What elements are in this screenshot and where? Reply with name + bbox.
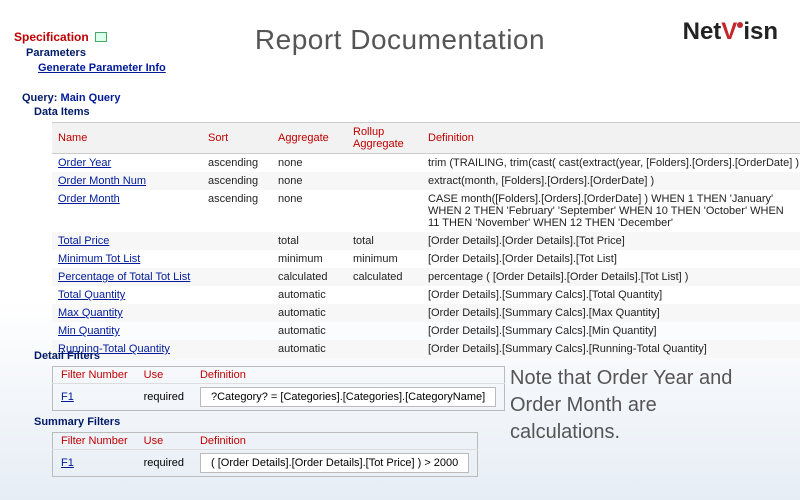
sf-num-link[interactable]: F1	[61, 457, 74, 469]
cell-sort	[202, 232, 272, 250]
table-row: Max Quantity automatic [Order Details].[Su…	[52, 304, 800, 322]
tree-specification[interactable]: Specification	[14, 30, 89, 44]
data-item-link[interactable]: Min Quantity	[58, 325, 120, 337]
detail-filters-section: Detail Filters Filter Number Use Definit…	[34, 350, 505, 411]
data-item-link[interactable]: Order Year	[58, 157, 111, 169]
annotation-note: Note that Order Year and Order Month are…	[510, 365, 770, 446]
cell-rollup: minimum	[347, 250, 422, 268]
cell-sort	[202, 268, 272, 286]
table-row: F1 required ?Category? = [Categories].[C…	[53, 384, 505, 411]
cell-definition: [Order Details].[Summary Calcs].[Total Q…	[422, 286, 800, 304]
cell-rollup	[347, 154, 422, 173]
col-definition[interactable]: Definition	[422, 123, 800, 154]
cell-rollup	[347, 304, 422, 322]
sf-col-use: Use	[136, 433, 192, 450]
data-item-link[interactable]: Minimum Tot List	[58, 253, 140, 265]
cell-rollup	[347, 286, 422, 304]
query-name: Main Query	[61, 92, 121, 104]
col-aggregate[interactable]: Aggregate	[272, 123, 347, 154]
data-items-label: Data Items	[34, 106, 90, 118]
sf-col-def: Definition	[192, 433, 478, 450]
document-icon[interactable]	[95, 32, 107, 42]
data-item-link[interactable]: Max Quantity	[58, 307, 123, 319]
detail-filters-label: Detail Filters	[34, 350, 505, 362]
df-num-link[interactable]: F1	[61, 391, 74, 403]
df-col-num: Filter Number	[53, 367, 136, 384]
table-row: Percentage of Total Tot List calculatedca…	[52, 268, 800, 286]
cell-sort	[202, 304, 272, 322]
cell-aggregate: calculated	[272, 268, 347, 286]
cell-sort: ascending	[202, 154, 272, 173]
logo: NetVisn	[683, 18, 778, 46]
cell-sort	[202, 322, 272, 340]
cell-definition: [Order Details].[Summary Calcs].[Max Qua…	[422, 304, 800, 322]
cell-definition: trim (TRAILING, trim(cast( cast(extract(…	[422, 154, 800, 173]
data-items-table: Name Sort Aggregate Rollup Aggregate Def…	[52, 122, 800, 358]
data-item-link[interactable]: Total Quantity	[58, 289, 125, 301]
summary-filters-table: Filter Number Use Definition F1 required…	[52, 432, 478, 477]
data-item-link[interactable]: Order Month	[58, 193, 120, 205]
sf-col-num: Filter Number	[53, 433, 136, 450]
logo-part-v: V	[721, 18, 737, 45]
table-row: Total Pricetotaltotal[Order Details].[Or…	[52, 232, 800, 250]
cell-aggregate: none	[272, 190, 347, 232]
table-row: Total Quantity automatic [Order Details].[…	[52, 286, 800, 304]
sf-use: required	[136, 450, 192, 477]
cell-aggregate: minimum	[272, 250, 347, 268]
query-line: Query: Main Query	[22, 92, 120, 104]
table-row: Minimum Tot Listminimumminimum[Order Det…	[52, 250, 800, 268]
cell-definition: percentage ( [Order Details].[Order Deta…	[422, 268, 800, 286]
summary-filters-section: Summary Filters Filter Number Use Defini…	[34, 416, 478, 477]
cell-rollup	[347, 172, 422, 190]
cell-rollup	[347, 322, 422, 340]
cell-rollup: calculated	[347, 268, 422, 286]
tree-parameters[interactable]: Parameters	[26, 47, 166, 59]
table-row: Order Month ascendingnone CASE month([Fold…	[52, 190, 800, 232]
tree-generate-parameter-info[interactable]: Generate Parameter Info	[38, 62, 166, 74]
cell-definition: [Order Details].[Summary Calcs].[Min Qua…	[422, 322, 800, 340]
data-item-link[interactable]: Order Month Num	[58, 175, 146, 187]
cell-aggregate: automatic	[272, 322, 347, 340]
cell-definition: [Order Details].[Order Details].[Tot Pri…	[422, 232, 800, 250]
df-col-use: Use	[136, 367, 192, 384]
data-item-link[interactable]: Percentage of Total Tot List	[58, 271, 190, 283]
table-row: F1 required ( [Order Details].[Order Det…	[53, 450, 478, 477]
cell-definition: extract(month, [Folders].[Orders].[Order…	[422, 172, 800, 190]
cell-sort	[202, 286, 272, 304]
cell-definition: [Order Details].[Order Details].[Tot Lis…	[422, 250, 800, 268]
col-name[interactable]: Name	[52, 123, 202, 154]
df-use: required	[136, 384, 192, 411]
summary-filters-label: Summary Filters	[34, 416, 478, 428]
table-row: Min Quantity automatic [Order Details].[Su…	[52, 322, 800, 340]
cell-rollup: total	[347, 232, 422, 250]
cell-rollup	[347, 190, 422, 232]
df-def-box: ?Category? = [Categories].[Categories].[…	[200, 387, 496, 407]
detail-filters-table: Filter Number Use Definition F1 required…	[52, 366, 505, 411]
cell-sort: ascending	[202, 190, 272, 232]
df-col-def: Definition	[192, 367, 505, 384]
query-label: Query:	[22, 92, 57, 104]
cell-sort	[202, 250, 272, 268]
col-sort[interactable]: Sort	[202, 123, 272, 154]
col-rollup[interactable]: Rollup Aggregate	[347, 123, 422, 154]
cell-definition: CASE month([Folders].[Orders].[OrderDate…	[422, 190, 800, 232]
cell-aggregate: none	[272, 172, 347, 190]
cell-aggregate: automatic	[272, 304, 347, 322]
logo-part-net: Net	[683, 18, 722, 45]
cell-aggregate: total	[272, 232, 347, 250]
logo-part-isn: isn	[743, 18, 778, 45]
cell-sort: ascending	[202, 172, 272, 190]
data-item-link[interactable]: Total Price	[58, 235, 109, 247]
table-row: Order Month Num ascendingnone extract(mont…	[52, 172, 800, 190]
cell-aggregate: none	[272, 154, 347, 173]
table-row: Order Year ascendingnone trim (TRAILING, t…	[52, 154, 800, 173]
sf-def-box: ( [Order Details].[Order Details].[Tot P…	[200, 453, 469, 473]
nav-tree: Specification Parameters Generate Parame…	[14, 30, 166, 74]
cell-aggregate: automatic	[272, 286, 347, 304]
